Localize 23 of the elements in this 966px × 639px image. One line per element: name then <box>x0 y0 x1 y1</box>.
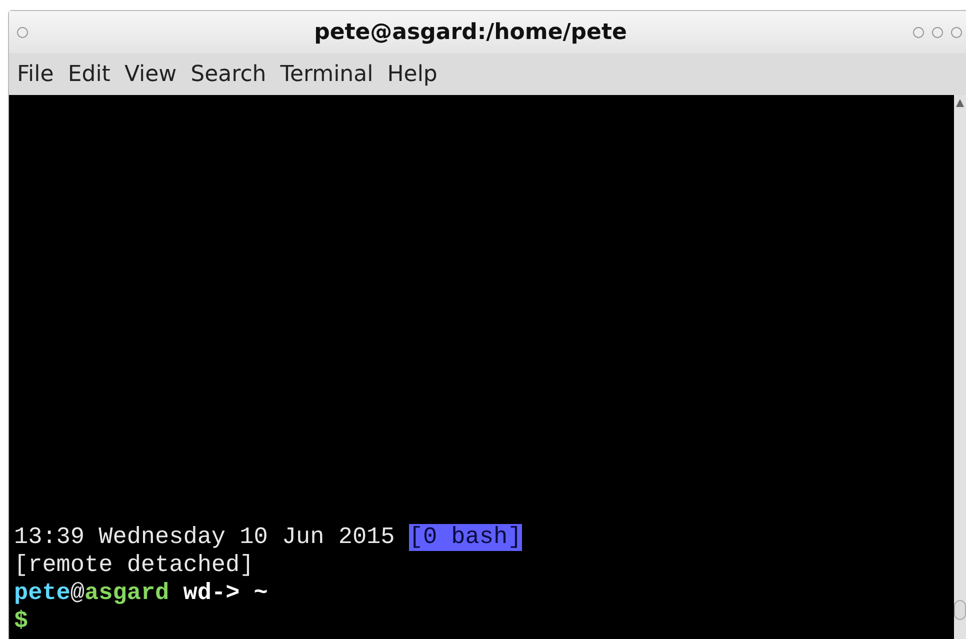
menu-item[interactable]: File <box>15 62 56 86</box>
menu-item[interactable]: Help <box>385 62 440 86</box>
close-button[interactable] <box>951 26 962 38</box>
scroll-up-arrow-icon[interactable] <box>956 99 964 107</box>
prompt-user: pete <box>14 580 70 607</box>
window-title: pete@asgard:/home/pete <box>313 20 628 44</box>
terminal-text: 13:39 Wednesday 10 Jun 2015 <box>14 524 396 551</box>
prompt-path: wd-> ~ <box>182 580 268 607</box>
scrollbar-thumb[interactable] <box>954 600 966 620</box>
terminal-area[interactable]: 13:39 Wednesday 10 Jun 2015 [0 bash] [remote detached] pete@asgard wd-> ~ $ <box>9 95 954 639</box>
menu-item[interactable]: Search <box>188 62 268 86</box>
menu-item[interactable]: View <box>122 62 179 86</box>
menu-item[interactable]: Edit <box>66 62 112 86</box>
maximize-button[interactable] <box>932 26 943 38</box>
scrollbar[interactable] <box>954 95 966 639</box>
prompt-host: asgard <box>84 580 170 607</box>
terminal-text: @ <box>70 580 85 607</box>
window-menu-button[interactable] <box>17 26 28 38</box>
prompt-host: $ <box>14 608 28 635</box>
minimize-button[interactable] <box>913 26 924 38</box>
window-status: [0 bash] <box>408 524 522 551</box>
terminal-text: [remote detached] <box>14 552 254 579</box>
menu-item[interactable]: Terminal <box>278 62 376 86</box>
